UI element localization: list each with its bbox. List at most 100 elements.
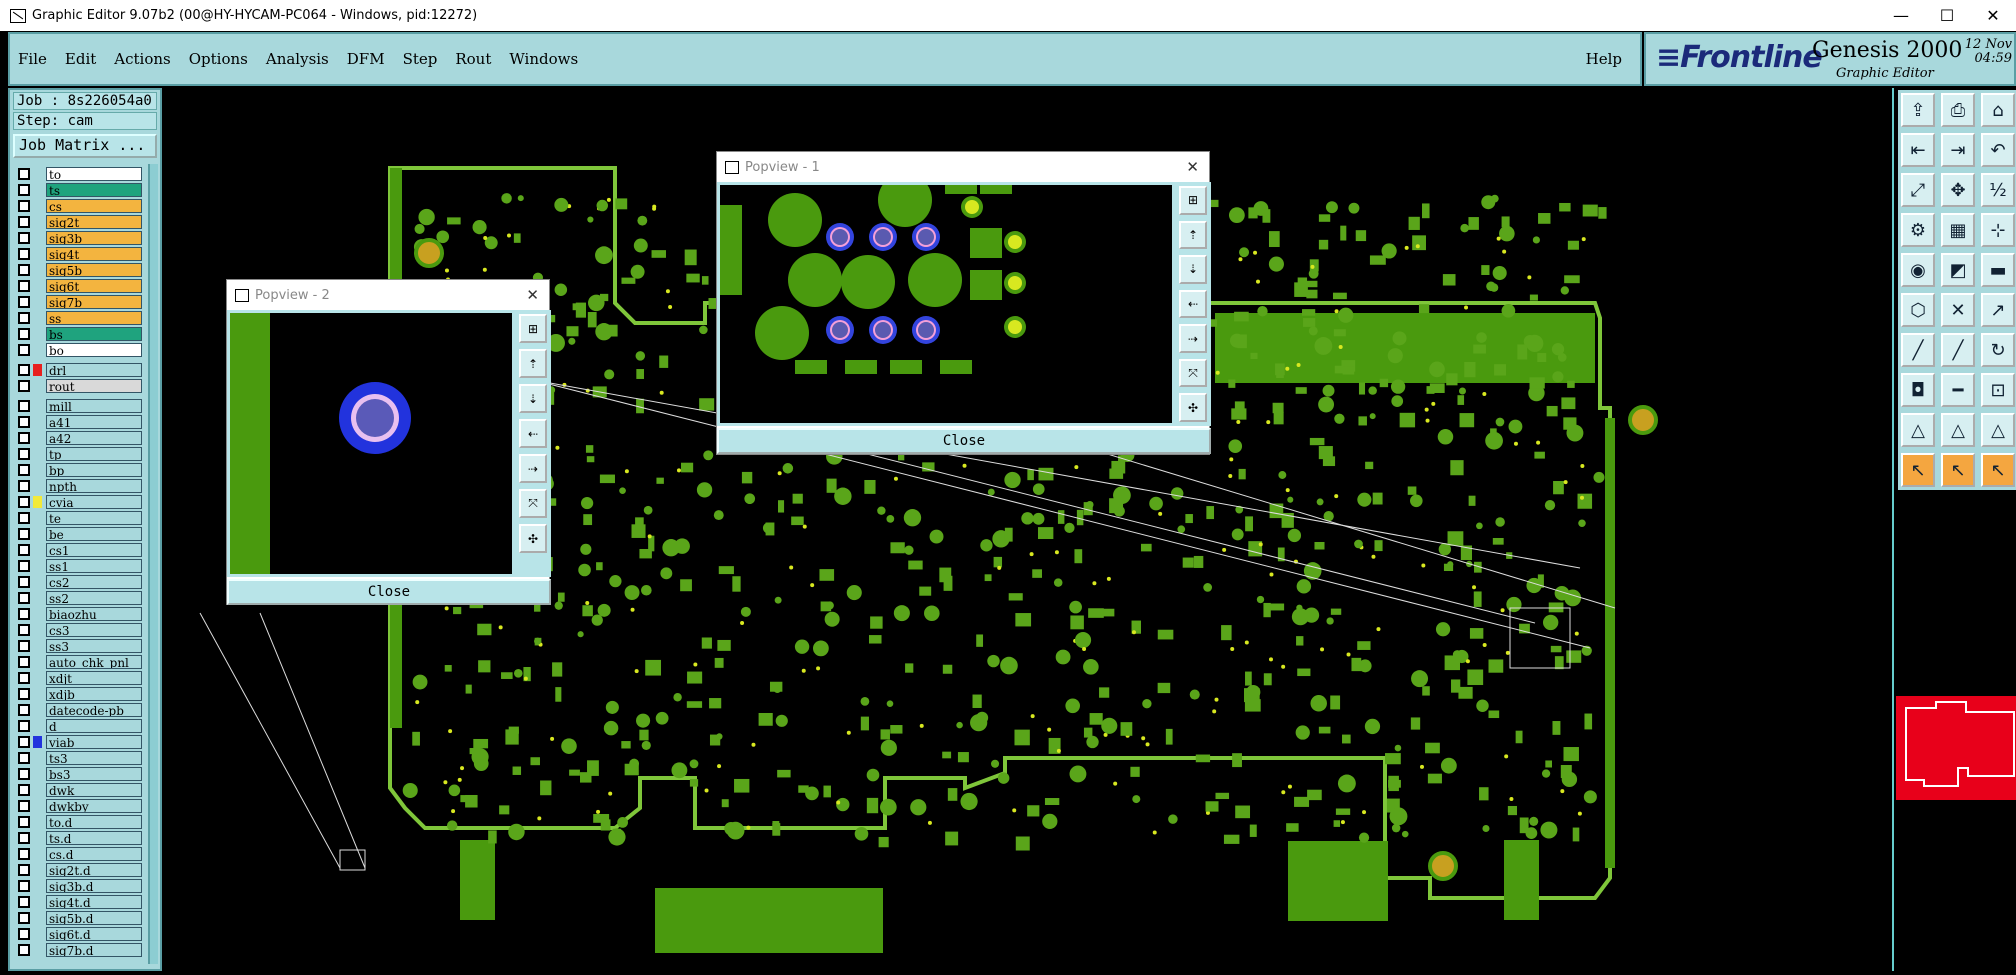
layer-checkbox[interactable] (18, 364, 30, 376)
layer-row[interactable]: datecode-pb (14, 702, 142, 718)
pad-icon[interactable]: ◘ (1901, 373, 1935, 407)
layer-row[interactable]: sig2t (14, 214, 142, 230)
layer-name[interactable]: a41 (46, 415, 142, 429)
layer-checkbox[interactable] (18, 496, 30, 508)
pv-center-icon[interactable]: ✣ (519, 524, 547, 553)
pv-up-icon[interactable]: ⇡ (519, 349, 547, 378)
gear-icon[interactable]: ⚙ (1901, 213, 1935, 247)
layer-row[interactable]: d (14, 718, 142, 734)
layer-row[interactable]: sig5b (14, 262, 142, 278)
layer-name[interactable]: tp (46, 447, 142, 461)
layer-row[interactable]: dwk (14, 782, 142, 798)
layer-name[interactable]: ss2 (46, 591, 142, 605)
layer-name[interactable]: cs1 (46, 543, 142, 557)
layer-checkbox[interactable] (18, 184, 30, 196)
layer-row[interactable]: sig6t.d (14, 926, 142, 942)
layer-row[interactable]: drl (14, 362, 142, 378)
layer-name[interactable]: ss3 (46, 639, 142, 653)
pv-right-icon[interactable]: ⇢ (519, 454, 547, 483)
layer-name[interactable]: npth (46, 479, 142, 493)
layer-name[interactable]: sig4t (46, 247, 142, 261)
layer-row[interactable]: to (14, 166, 142, 182)
layer-row[interactable]: sig5b.d (14, 910, 142, 926)
popview-1-window[interactable]: Popview - 1 ✕ ⊞ ⇡ ⇣ ⇠ ⇢ ⤧ ✣ Close (716, 151, 1211, 455)
layer-name[interactable]: datecode-pb (46, 703, 142, 717)
menu-rout[interactable]: Rout (455, 50, 491, 68)
cross-icon[interactable]: ✕ (1941, 293, 1975, 327)
popview-2-canvas[interactable] (227, 310, 515, 577)
popview-1-close-button[interactable]: Close (717, 428, 1211, 454)
layer-row[interactable]: sig4t (14, 246, 142, 262)
triangle2-icon[interactable]: △ (1941, 413, 1975, 447)
step-left-icon[interactable]: ⇤ (1901, 133, 1935, 167)
layer-row[interactable]: rout (14, 378, 142, 394)
layer-name[interactable]: cs.d (46, 847, 142, 861)
layer-checkbox[interactable] (18, 608, 30, 620)
step-right-icon[interactable]: ⇥ (1941, 133, 1975, 167)
layer-name[interactable]: xdjt (46, 671, 142, 685)
grid-icon[interactable]: ▦ (1941, 213, 1975, 247)
scale-icon[interactable]: ½ (1981, 173, 2015, 207)
layer-checkbox[interactable] (18, 432, 30, 444)
layer-checkbox[interactable] (18, 448, 30, 460)
edit-icon[interactable]: ◩ (1941, 253, 1975, 287)
layer-checkbox[interactable] (18, 560, 30, 572)
popview-1-close-icon[interactable]: ✕ (1186, 158, 1199, 176)
layer-name[interactable]: rout (46, 379, 142, 393)
layer-row[interactable]: sig7b (14, 294, 142, 310)
layer-name[interactable]: a42 (46, 431, 142, 445)
layer-row[interactable]: ss2 (14, 590, 142, 606)
pv-zoom-icon[interactable]: ⊞ (1179, 186, 1207, 215)
layer-row[interactable]: ts3 (14, 750, 142, 766)
menu-dfm[interactable]: DFM (347, 50, 385, 68)
pointer2-icon[interactable]: ↖ (1941, 453, 1975, 487)
layer-checkbox[interactable] (18, 168, 30, 180)
layer-checkbox[interactable] (18, 480, 30, 492)
layer-checkbox[interactable] (18, 672, 30, 684)
layer-checkbox[interactable] (18, 344, 30, 356)
layer-row[interactable]: bs (14, 326, 142, 342)
layer-name[interactable]: ss1 (46, 559, 142, 573)
layer-row[interactable]: te (14, 510, 142, 526)
layer-checkbox[interactable] (18, 944, 30, 956)
zoom-center-icon[interactable]: ✥ (1941, 173, 1975, 207)
select-icon[interactable]: ⬡ (1901, 293, 1935, 327)
layer-row[interactable]: xdjb (14, 686, 142, 702)
measure-icon[interactable]: ▬ (1981, 253, 2015, 287)
popview-2-window[interactable]: Popview - 2 ✕ ⊞ ⇡ ⇣ ⇠ ⇢ ⤧ ✣ Close (226, 279, 551, 605)
menu-options[interactable]: Options (189, 50, 248, 68)
layer-checkbox[interactable] (18, 816, 30, 828)
layer-checkbox[interactable] (18, 752, 30, 764)
menu-file[interactable]: File (18, 50, 47, 68)
layer-name[interactable]: sig6t.d (46, 927, 142, 941)
layer-row[interactable]: cs.d (14, 846, 142, 862)
layer-row[interactable]: cs3 (14, 622, 142, 638)
rotate-icon[interactable]: ↻ (1981, 333, 2015, 367)
job-matrix-button[interactable]: Job Matrix ... (13, 134, 157, 158)
layer-row[interactable]: mill (14, 398, 142, 414)
layer-name[interactable]: mill (46, 399, 142, 413)
board-minimap[interactable] (1896, 696, 2016, 800)
pv-left-icon[interactable]: ⇠ (519, 419, 547, 448)
menu-analysis[interactable]: Analysis (266, 50, 329, 68)
close-button[interactable]: ✕ (1970, 6, 2016, 25)
popview-1-canvas[interactable] (717, 173, 1175, 426)
layer-row[interactable]: a41 (14, 414, 142, 430)
layer-checkbox[interactable] (18, 296, 30, 308)
pointer3-icon[interactable]: ↖ (1981, 453, 2015, 487)
layer-row[interactable]: ss1 (14, 558, 142, 574)
layer-name[interactable]: viab (46, 735, 142, 749)
layer-name[interactable]: ts3 (46, 751, 142, 765)
layer-row[interactable]: ss3 (14, 638, 142, 654)
menu-actions[interactable]: Actions (114, 50, 170, 68)
layer-row[interactable]: sig7b.d (14, 942, 142, 958)
pv-zoom-icon[interactable]: ⊞ (519, 314, 547, 343)
layer-checkbox[interactable] (18, 736, 30, 748)
layer-name[interactable]: sig6t (46, 279, 142, 293)
layer-checkbox[interactable] (18, 688, 30, 700)
layer-checkbox[interactable] (18, 232, 30, 244)
pv-fit-icon[interactable]: ⤧ (519, 489, 547, 518)
layer-checkbox[interactable] (18, 640, 30, 652)
pv-down-icon[interactable]: ⇣ (519, 384, 547, 413)
layer-name[interactable]: biaozhu (46, 607, 142, 621)
